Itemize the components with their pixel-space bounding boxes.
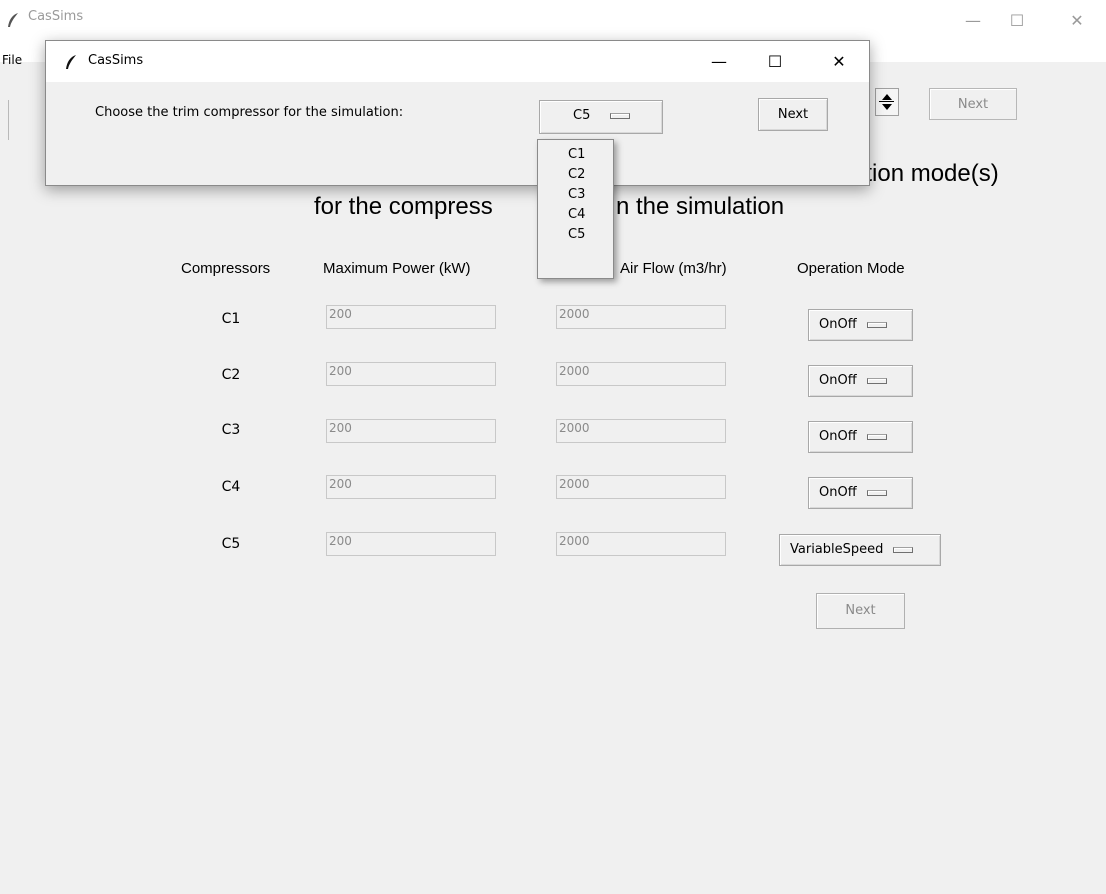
column-header-max-power: Maximum Power (kW)	[323, 260, 471, 277]
dropdown-option-c5[interactable]: C5	[538, 225, 613, 245]
max-power-field-c3[interactable]: 200	[326, 419, 496, 443]
dialog-close-button[interactable]: ✕	[816, 47, 862, 77]
row-label-c3: C3	[221, 422, 241, 438]
trim-compressor-dropdown: C1 C2 C3 C4 C5	[537, 139, 614, 279]
row-label-c2: C2	[221, 367, 241, 383]
column-header-compressors: Compressors	[181, 260, 271, 277]
air-flow-field-c3[interactable]: 2000	[556, 419, 726, 443]
operation-mode-value-c4: OnOff	[819, 485, 857, 500]
feather-icon	[8, 13, 18, 27]
spinbox-arrows-icon[interactable]	[875, 88, 899, 116]
operation-mode-select-c1[interactable]: OnOff	[808, 309, 913, 341]
row-label-c5: C5	[221, 536, 241, 552]
operation-mode-select-c2[interactable]: OnOff	[808, 365, 913, 397]
main-close-button[interactable]: ✕	[1054, 6, 1100, 36]
dialog-titlebar	[46, 41, 869, 82]
heading-line1: ation mode(s)	[852, 160, 999, 187]
trim-compressor-select[interactable]: C5	[539, 100, 663, 134]
main-maximize-button[interactable]: ☐	[994, 6, 1040, 36]
dialog-next-button[interactable]: Next	[758, 98, 828, 131]
operation-mode-value-c1: OnOff	[819, 317, 857, 332]
max-power-field-c2[interactable]: 200	[326, 362, 496, 386]
dropdown-option-c1[interactable]: C1	[538, 145, 613, 165]
operation-mode-select-c5[interactable]: VariableSpeed	[779, 534, 941, 566]
heading-line2-left: for the compress	[314, 193, 493, 220]
air-flow-field-c1[interactable]: 2000	[556, 305, 726, 329]
menu-file[interactable]: File	[2, 53, 22, 67]
air-flow-field-c5[interactable]: 2000	[556, 532, 726, 556]
dialog-maximize-button[interactable]: ☐	[752, 47, 798, 77]
operation-mode-select-c3[interactable]: OnOff	[808, 421, 913, 453]
main-minimize-button[interactable]: —	[950, 6, 996, 36]
dropdown-option-c4[interactable]: C4	[538, 205, 613, 225]
dialog-prompt: Choose the trim compressor for the simul…	[95, 105, 404, 120]
left-edge-mark	[8, 100, 9, 140]
dropdown-option-c3[interactable]: C3	[538, 185, 613, 205]
dropdown-option-c2[interactable]: C2	[538, 165, 613, 185]
air-flow-field-c4[interactable]: 2000	[556, 475, 726, 499]
row-label-c1: C1	[221, 311, 241, 327]
trim-compressor-dialog: CasSims — ☐ ✕ Choose the trim compressor…	[45, 40, 870, 186]
operation-mode-value-c3: OnOff	[819, 429, 857, 444]
column-header-operation-mode: Operation Mode	[797, 260, 905, 277]
row-label-c4: C4	[221, 479, 241, 495]
max-power-field-c5[interactable]: 200	[326, 532, 496, 556]
max-power-field-c1[interactable]: 200	[326, 305, 496, 329]
operation-mode-value-c2: OnOff	[819, 373, 857, 388]
trim-compressor-selected: C5	[573, 108, 591, 123]
heading-line2-right: n the simulation	[616, 193, 785, 220]
operation-mode-value-c5: VariableSpeed	[790, 542, 884, 557]
option-menu-indicator-icon	[866, 377, 887, 384]
air-flow-field-c2[interactable]: 2000	[556, 362, 726, 386]
option-menu-indicator-icon	[866, 489, 887, 496]
top-next-button[interactable]: Next	[929, 88, 1017, 120]
option-menu-indicator-icon	[866, 433, 887, 440]
main-window-title: CasSims	[28, 9, 84, 24]
dialog-title: CasSims	[88, 53, 144, 68]
dialog-minimize-button[interactable]: —	[696, 47, 742, 77]
feather-icon	[66, 55, 76, 69]
main-titlebar	[0, 0, 1106, 40]
option-menu-indicator-icon	[866, 321, 887, 328]
option-menu-indicator-icon	[610, 112, 631, 119]
operation-mode-select-c4[interactable]: OnOff	[808, 477, 913, 509]
column-header-air-flow: Air Flow (m3/hr)	[620, 260, 727, 277]
option-menu-indicator-icon	[893, 546, 914, 553]
max-power-field-c4[interactable]: 200	[326, 475, 496, 499]
bottom-next-button[interactable]: Next	[816, 593, 905, 629]
